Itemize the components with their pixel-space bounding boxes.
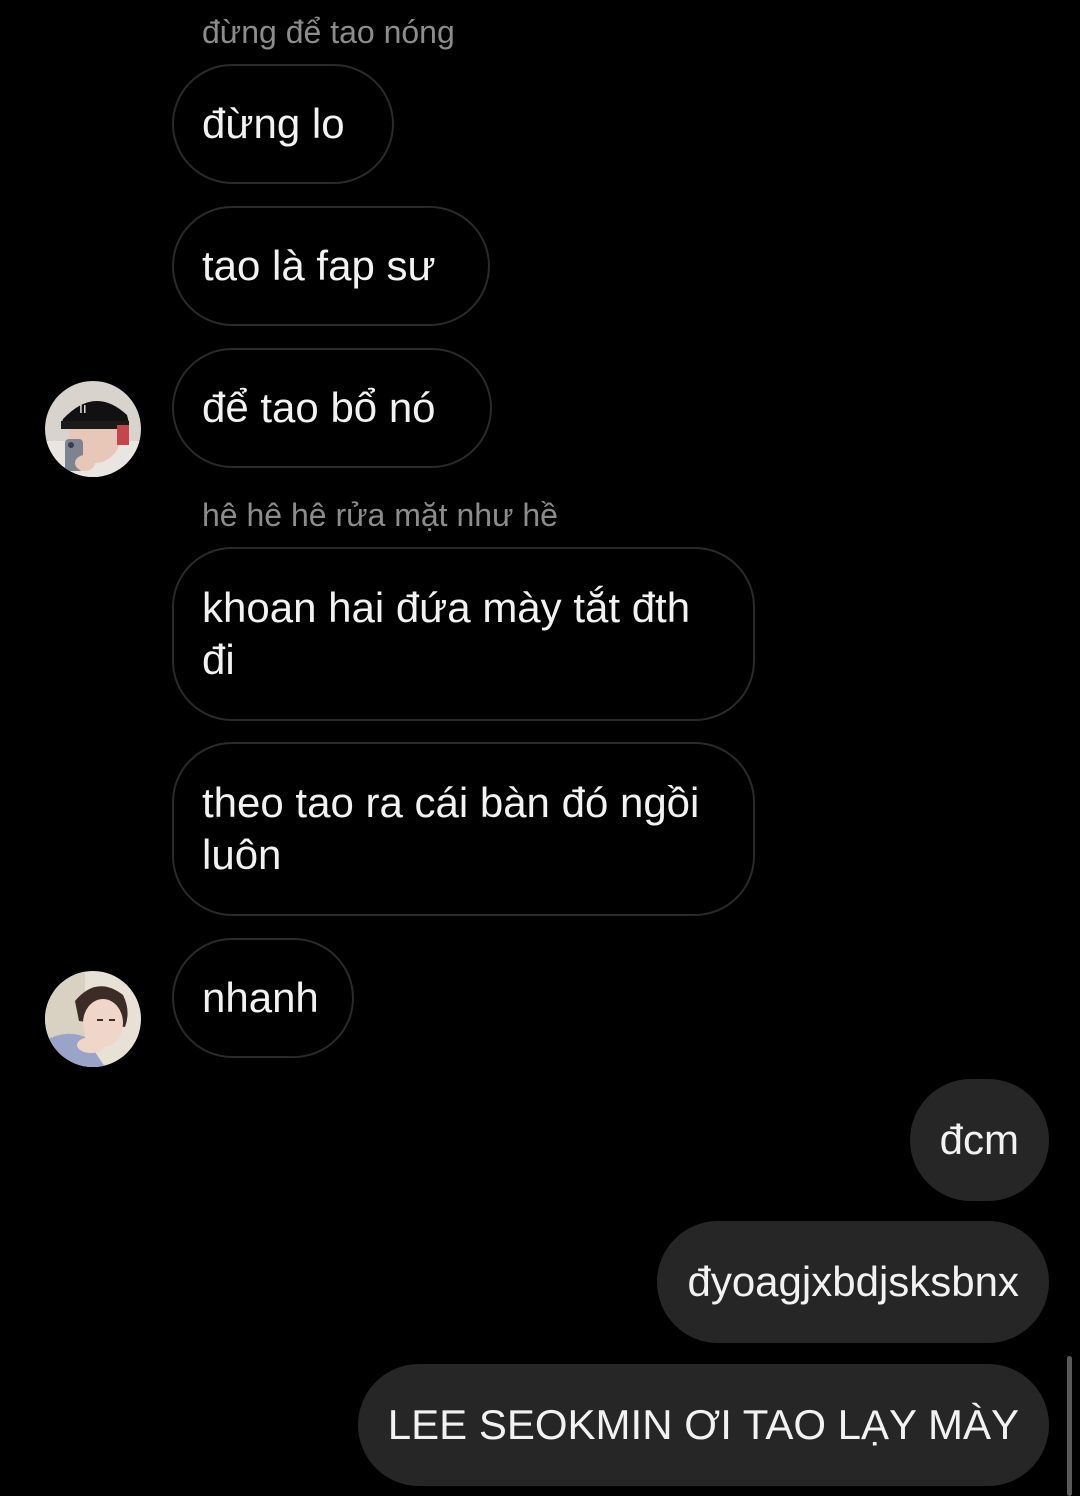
message-bubble-outgoing[interactable]: đyoagjxbdjsksbnx	[657, 1221, 1049, 1343]
message-text: theo tao ra cái bàn đó ngồi luôn	[202, 779, 700, 878]
message-text: nhanh	[202, 974, 319, 1021]
message-bubble-incoming[interactable]: để tao bổ nó	[172, 348, 492, 468]
message-text: đcm	[939, 1116, 1019, 1163]
message-bubble-outgoing[interactable]: đcm	[909, 1079, 1049, 1201]
avatar-photo-person-icon	[45, 971, 141, 1067]
message-thread[interactable]: đừng để tao nóng đừng lo tao là fap sư ı…	[0, 0, 1080, 1496]
message-bubble-incoming[interactable]: tao là fap sư	[172, 206, 490, 326]
sender-name-2: hê hê hê rửa mặt như hề	[202, 497, 558, 533]
avatar-sender-1[interactable]: ıı	[45, 381, 141, 477]
message-text: tao là fap sư	[202, 242, 436, 289]
sender-name-1: đừng để tao nóng	[202, 14, 455, 50]
message-bubble-incoming[interactable]: theo tao ra cái bàn đó ngồi luôn	[172, 742, 755, 916]
message-text: khoan hai đứa mày tắt đth đi	[202, 584, 691, 683]
scrollbar-thumb[interactable]	[1067, 1356, 1072, 1496]
svg-text:ıı: ıı	[79, 401, 87, 417]
avatar-sender-2[interactable]	[45, 971, 141, 1067]
message-bubble-incoming[interactable]: khoan hai đứa mày tắt đth đi	[172, 547, 755, 721]
message-text: đyoagjxbdjsksbnx	[687, 1258, 1019, 1305]
message-text: đừng lo	[202, 100, 345, 147]
message-bubble-incoming[interactable]: đừng lo	[172, 64, 394, 184]
message-text: để tao bổ nó	[202, 384, 436, 431]
message-bubble-incoming[interactable]: nhanh	[172, 938, 354, 1058]
message-bubble-outgoing[interactable]: LEE SEOKMIN ƠI TAO LẠY MÀY	[357, 1364, 1049, 1486]
avatar-photo-cap-icon: ıı	[45, 381, 141, 477]
message-text: LEE SEOKMIN ƠI TAO LẠY MÀY	[387, 1401, 1019, 1448]
